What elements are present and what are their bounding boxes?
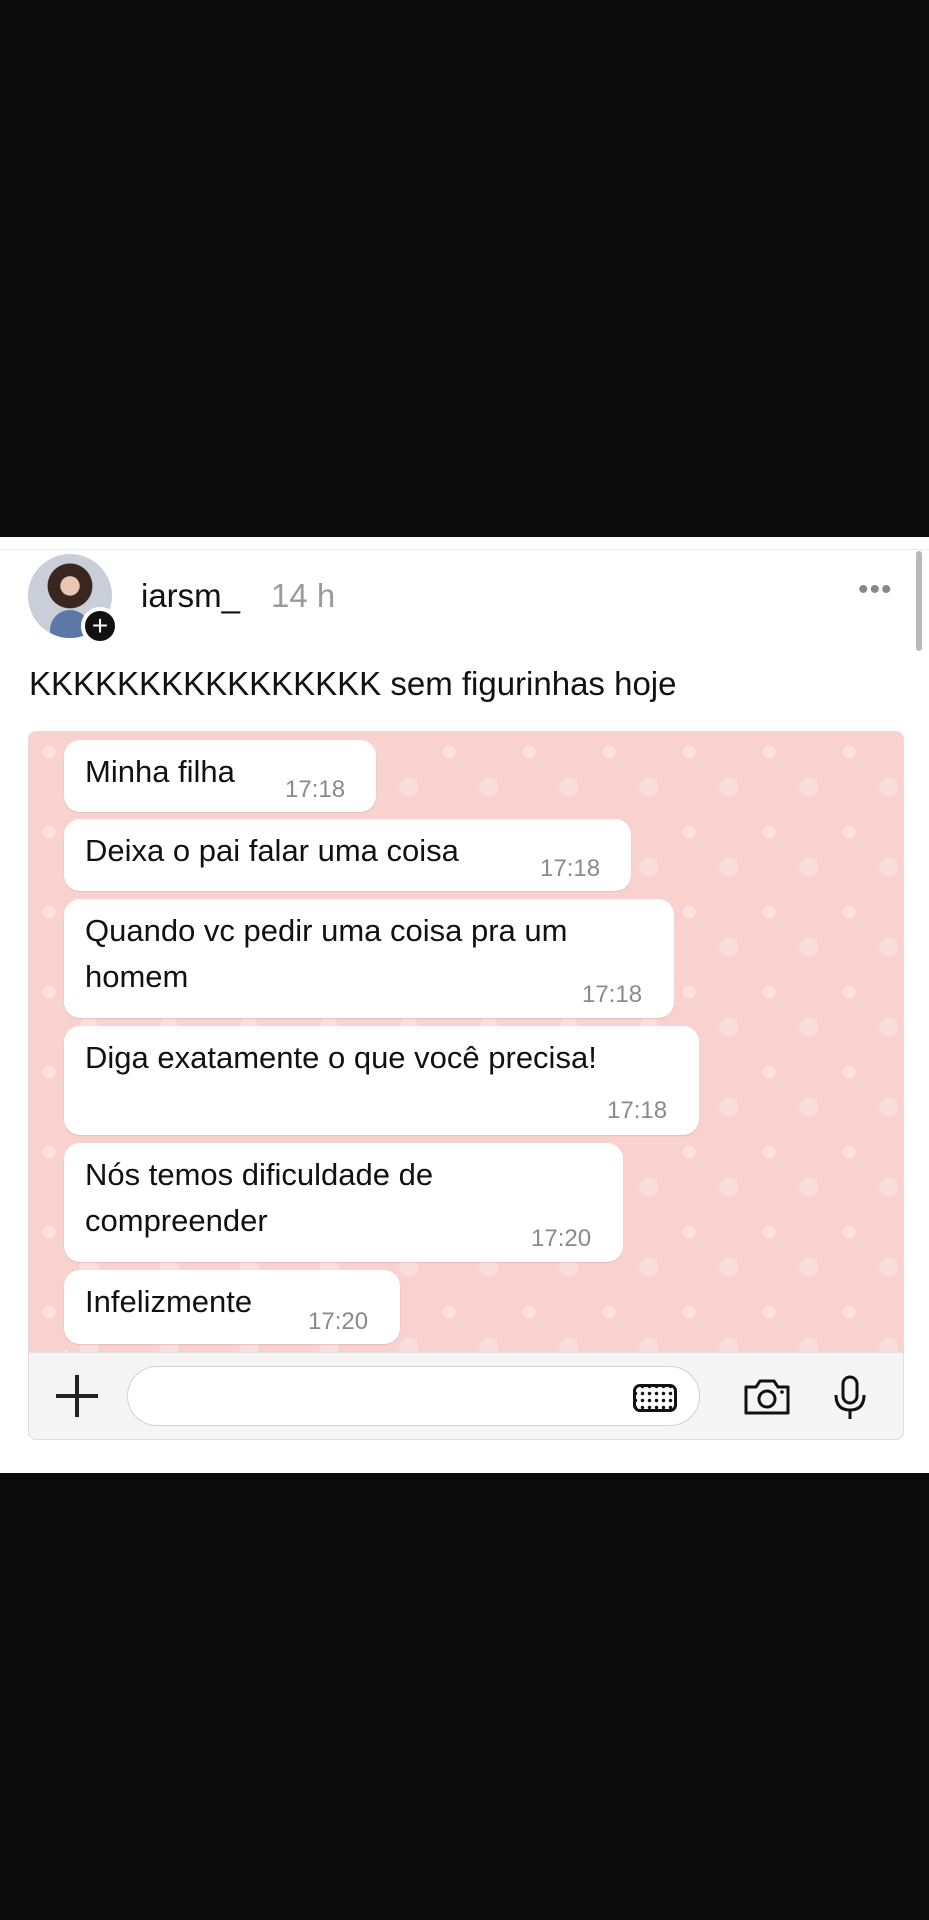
message-bubble: Nós temos dificuldade de compreender 17:… (64, 1143, 623, 1262)
post-caption: KKKKKKKKKKKKKKKK sem figurinhas hoje (29, 665, 677, 702)
message-bubble: Infelizmente 17:20 (64, 1270, 400, 1344)
post-time: 14 h (271, 577, 336, 614)
message-text: Quando vc pedir uma coisa pra um (85, 913, 568, 948)
message-time: 17:18 (582, 981, 643, 1008)
message-input-bar (29, 1352, 903, 1439)
message-text: Infelizmente (85, 1284, 253, 1319)
username[interactable]: iarsm_ (141, 577, 240, 615)
message-time: 17:20 (531, 1225, 592, 1252)
message-time: 17:20 (308, 1308, 369, 1335)
message-input[interactable] (127, 1366, 700, 1426)
add-story-icon[interactable]: + (81, 607, 119, 645)
message-bubble: Deixa o pai falar uma coisa 17:18 (64, 819, 631, 891)
message-text: Diga exatamente o que você precisa! (85, 1040, 597, 1075)
chat-screenshot: Minha filha 17:18 Deixa o pai falar uma … (28, 731, 904, 1440)
more-options-icon[interactable]: ••• (858, 573, 893, 607)
message-bubble: Diga exatamente o que você precisa! 17:1… (64, 1026, 699, 1135)
message-text: Minha filha (85, 754, 235, 789)
message-text-line2: homem (85, 959, 189, 994)
camera-icon[interactable] (742, 1378, 792, 1416)
post-card: + iarsm_ 14 h ••• KKKKKKKKKKKKKKKK sem f… (0, 537, 929, 1473)
message-text: Nós temos dificuldade de (85, 1157, 434, 1192)
divider (0, 549, 929, 550)
message-text-line2: compreender (85, 1203, 268, 1238)
message-time: 17:18 (285, 776, 346, 803)
message-time: 17:18 (540, 855, 601, 882)
keyboard-icon[interactable] (633, 1384, 677, 1412)
message-bubble: Minha filha 17:18 (64, 740, 376, 812)
message-bubble: Quando vc pedir uma coisa pra um homem 1… (64, 899, 674, 1018)
scrollbar[interactable] (916, 551, 922, 651)
message-text: Deixa o pai falar uma coisa (85, 833, 459, 868)
microphone-icon[interactable] (832, 1375, 868, 1421)
plus-icon[interactable] (53, 1373, 101, 1421)
message-time: 17:18 (607, 1097, 668, 1124)
